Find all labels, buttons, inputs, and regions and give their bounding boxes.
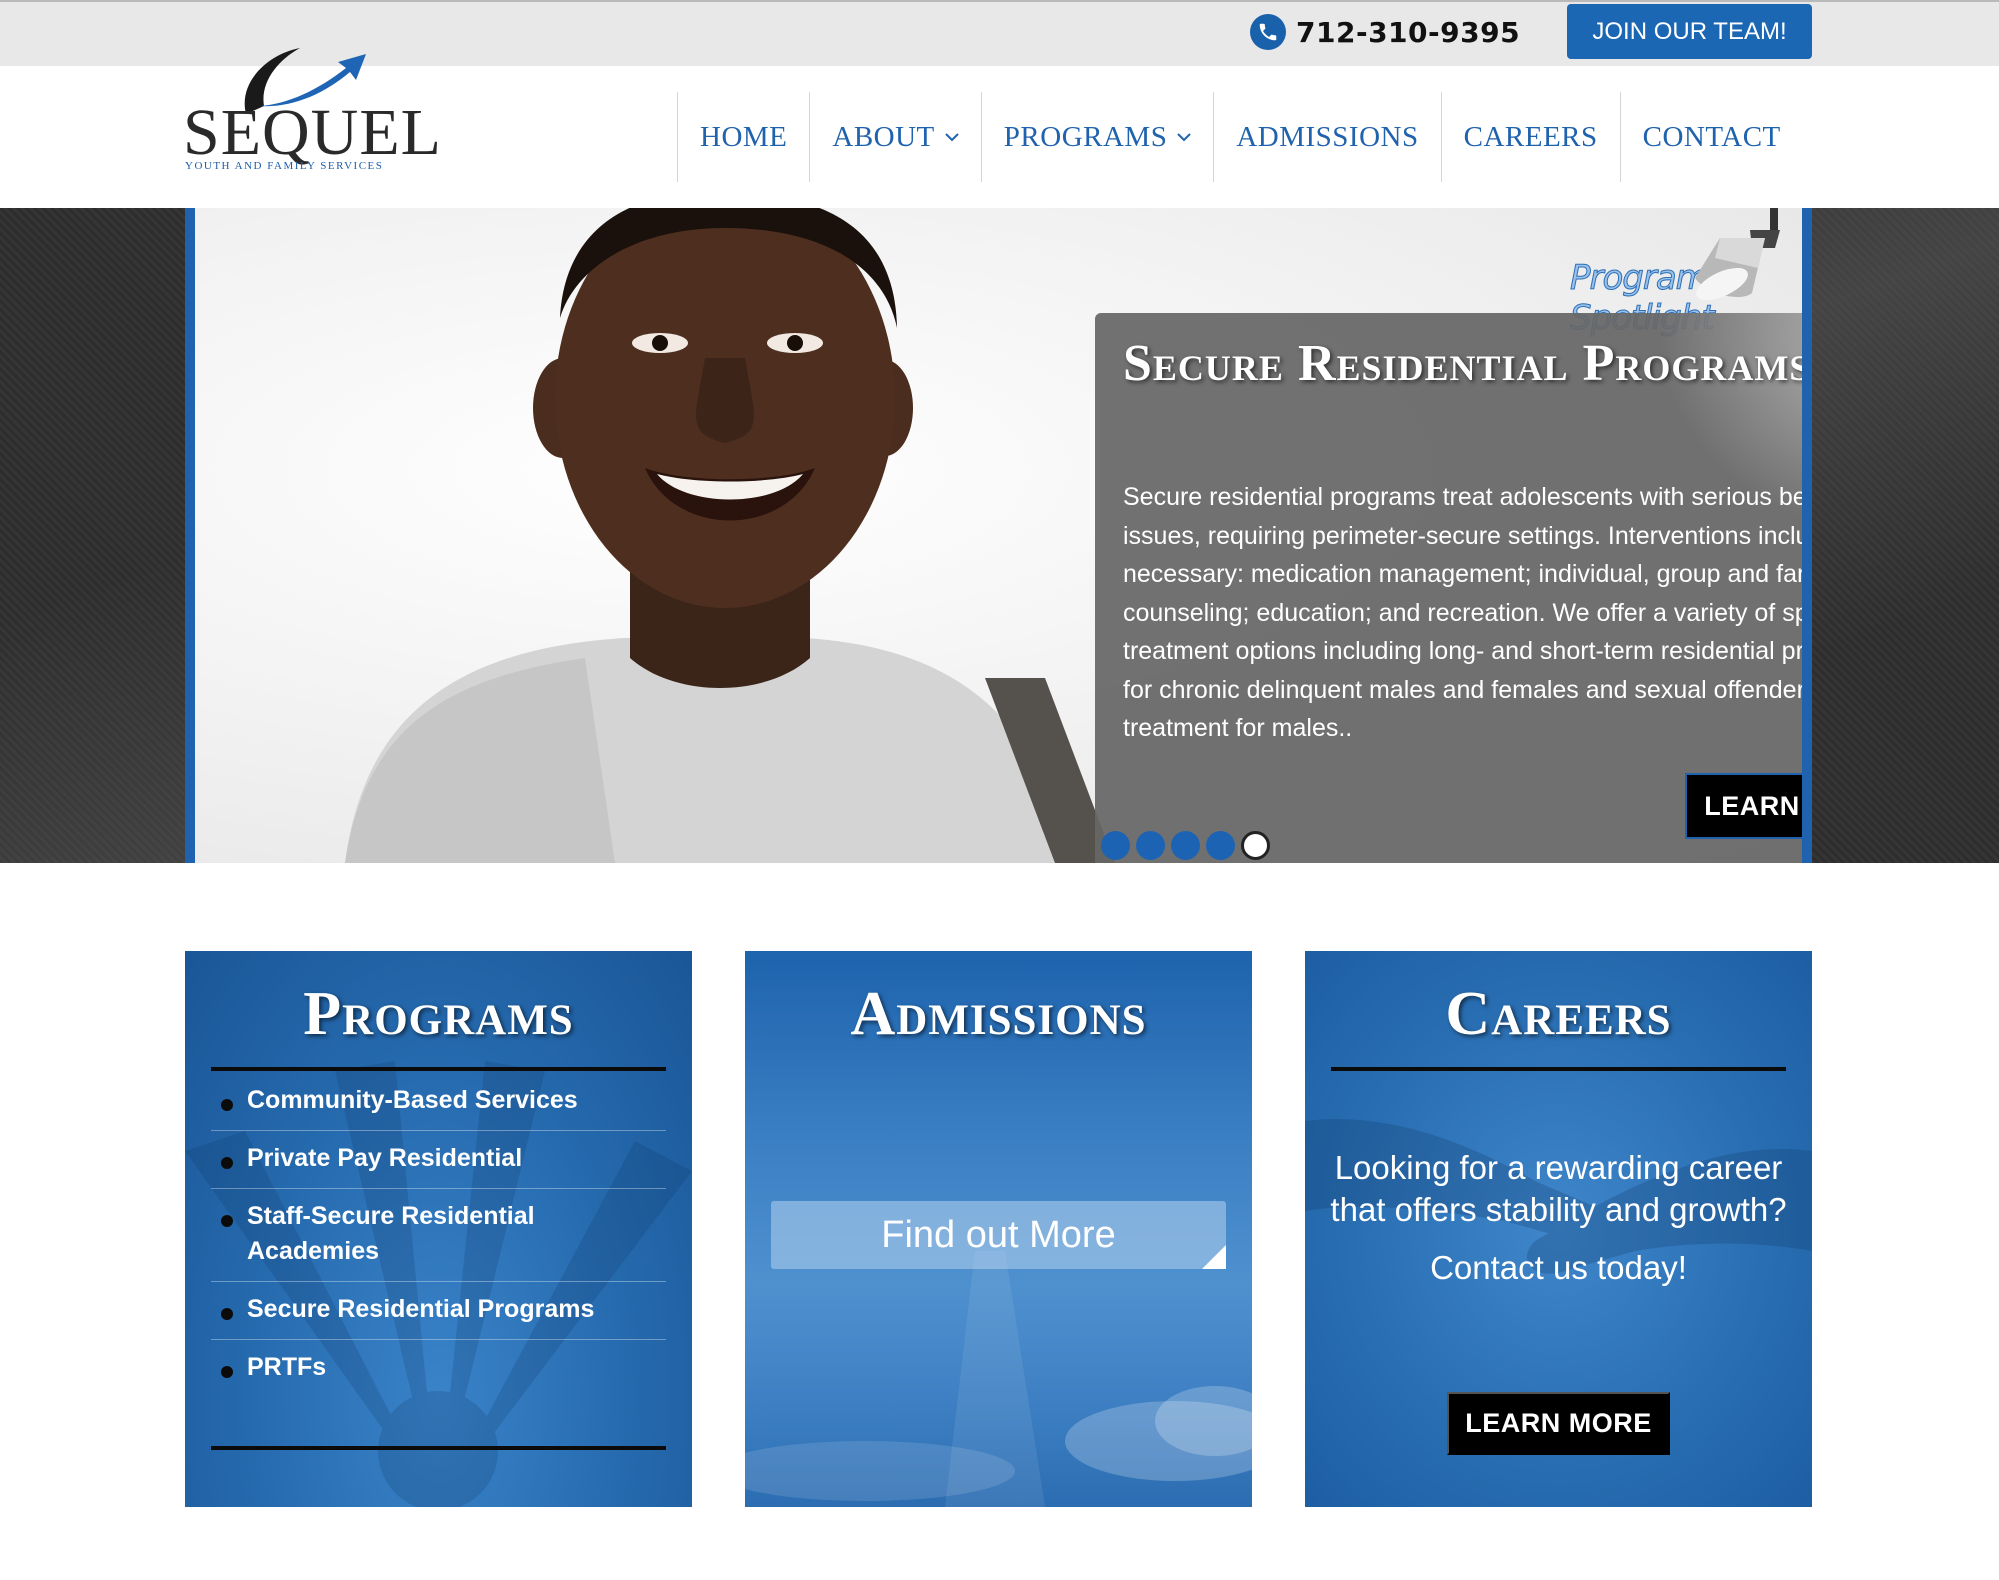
slider-dot-2[interactable] <box>1136 831 1165 860</box>
programs-list-item[interactable]: Private Pay Residential <box>211 1131 666 1189</box>
main-nav: HOME ABOUT PROGRAMS ADMISSIONS CAREERS C… <box>677 92 1803 182</box>
programs-list-item[interactable]: Community-Based Services <box>211 1073 666 1131</box>
careers-card-title: Careers <box>1445 980 1672 1048</box>
logo-wordmark: SEQUEL <box>183 96 442 169</box>
careers-contact-text: Contact us today! <box>1430 1249 1687 1286</box>
spotlight-title: Secure Residential Programs <box>1123 335 1811 392</box>
phone-number: 712-310-9395 <box>1296 15 1521 49</box>
spotlight-panel: Secure Residential Programs Secure resid… <box>1095 313 1811 863</box>
find-out-more-label: Find out More <box>881 1213 1116 1256</box>
nav-about[interactable]: ABOUT <box>809 92 980 182</box>
nav-home-label: HOME <box>700 120 788 153</box>
admissions-card: Admissions Find out More <box>745 951 1252 1507</box>
programs-card-title: Programs <box>303 980 574 1048</box>
nav-contact[interactable]: CONTACT <box>1619 92 1803 182</box>
careers-divider <box>1331 1067 1786 1071</box>
programs-list-item[interactable]: PRTFs <box>211 1340 666 1397</box>
careers-card: Careers Looking for a rewarding career t… <box>1305 951 1812 1507</box>
hero-stage: Program Spotlight Secure Residential Pro… <box>185 208 1812 863</box>
nav-contact-label: CONTACT <box>1642 120 1781 153</box>
slider-dot-5[interactable] <box>1241 831 1270 860</box>
programs-item-label: Secure Residential Programs <box>247 1295 595 1323</box>
slider-dot-1[interactable] <box>1101 831 1130 860</box>
bullet-icon <box>221 1157 233 1169</box>
programs-card: Programs Community-Based Services Privat… <box>185 951 692 1507</box>
chevron-down-icon <box>945 133 959 142</box>
nav-admissions[interactable]: ADMISSIONS <box>1213 92 1440 182</box>
hero-learn-more-button[interactable]: LEARN MORE <box>1685 773 1802 839</box>
bullet-icon <box>221 1099 233 1111</box>
join-our-team-button[interactable]: JOIN OUR TEAM! <box>1567 4 1812 59</box>
programs-item-label: PRTFs <box>247 1353 327 1381</box>
programs-top-divider <box>211 1067 666 1071</box>
site-header: SEQUEL YOUTH AND FAMILY SERVICES HOME AB… <box>0 48 1999 208</box>
programs-list-item[interactable]: Secure Residential Programs <box>211 1282 666 1340</box>
hero-slider: Program Spotlight Secure Residential Pro… <box>0 208 1999 863</box>
phone-contact[interactable]: 712-310-9395 <box>1250 12 1520 52</box>
nav-careers-label: CAREERS <box>1463 120 1598 153</box>
admissions-card-title: Admissions <box>850 980 1147 1048</box>
find-out-more-button[interactable]: Find out More <box>771 1201 1226 1269</box>
slider-dot-3[interactable] <box>1171 831 1200 860</box>
nav-home[interactable]: HOME <box>677 92 809 182</box>
hero-photo <box>345 208 1115 863</box>
nav-programs[interactable]: PROGRAMS <box>980 92 1214 182</box>
bullet-icon <box>221 1215 233 1227</box>
nav-careers[interactable]: CAREERS <box>1440 92 1620 182</box>
programs-item-label: Community-Based Services <box>247 1086 578 1114</box>
nav-admissions-label: ADMISSIONS <box>1236 120 1419 153</box>
phone-icon <box>1250 14 1286 50</box>
logo-tagline: YOUTH AND FAMILY SERVICES <box>185 160 384 172</box>
careers-learn-more-button[interactable]: LEARN MORE <box>1447 1392 1670 1455</box>
corner-triangle-icon <box>1202 1245 1226 1269</box>
nav-about-label: ABOUT <box>832 120 935 153</box>
spotlight-description: Secure residential programs treat adoles… <box>1123 483 1810 742</box>
programs-list-item[interactable]: Staff-Secure Residential Academies <box>211 1189 666 1282</box>
bullet-icon <box>221 1308 233 1320</box>
slider-pagination <box>1101 831 1270 860</box>
programs-list: Community-Based Services Private Pay Res… <box>211 1073 666 1397</box>
programs-item-label: Staff-Secure Residential Academies <box>247 1202 535 1265</box>
bullet-icon <box>221 1366 233 1378</box>
chevron-down-icon <box>1177 133 1192 142</box>
nav-programs-label: PROGRAMS <box>1003 120 1168 153</box>
sequel-logo[interactable]: SEQUEL YOUTH AND FAMILY SERVICES <box>183 42 441 182</box>
careers-description: Looking for a rewarding career that offe… <box>1330 1149 1787 1228</box>
programs-item-label: Private Pay Residential <box>247 1144 523 1172</box>
programs-bottom-divider <box>211 1446 666 1450</box>
slider-dot-4[interactable] <box>1206 831 1235 860</box>
lamp-icon <box>1695 208 1780 301</box>
